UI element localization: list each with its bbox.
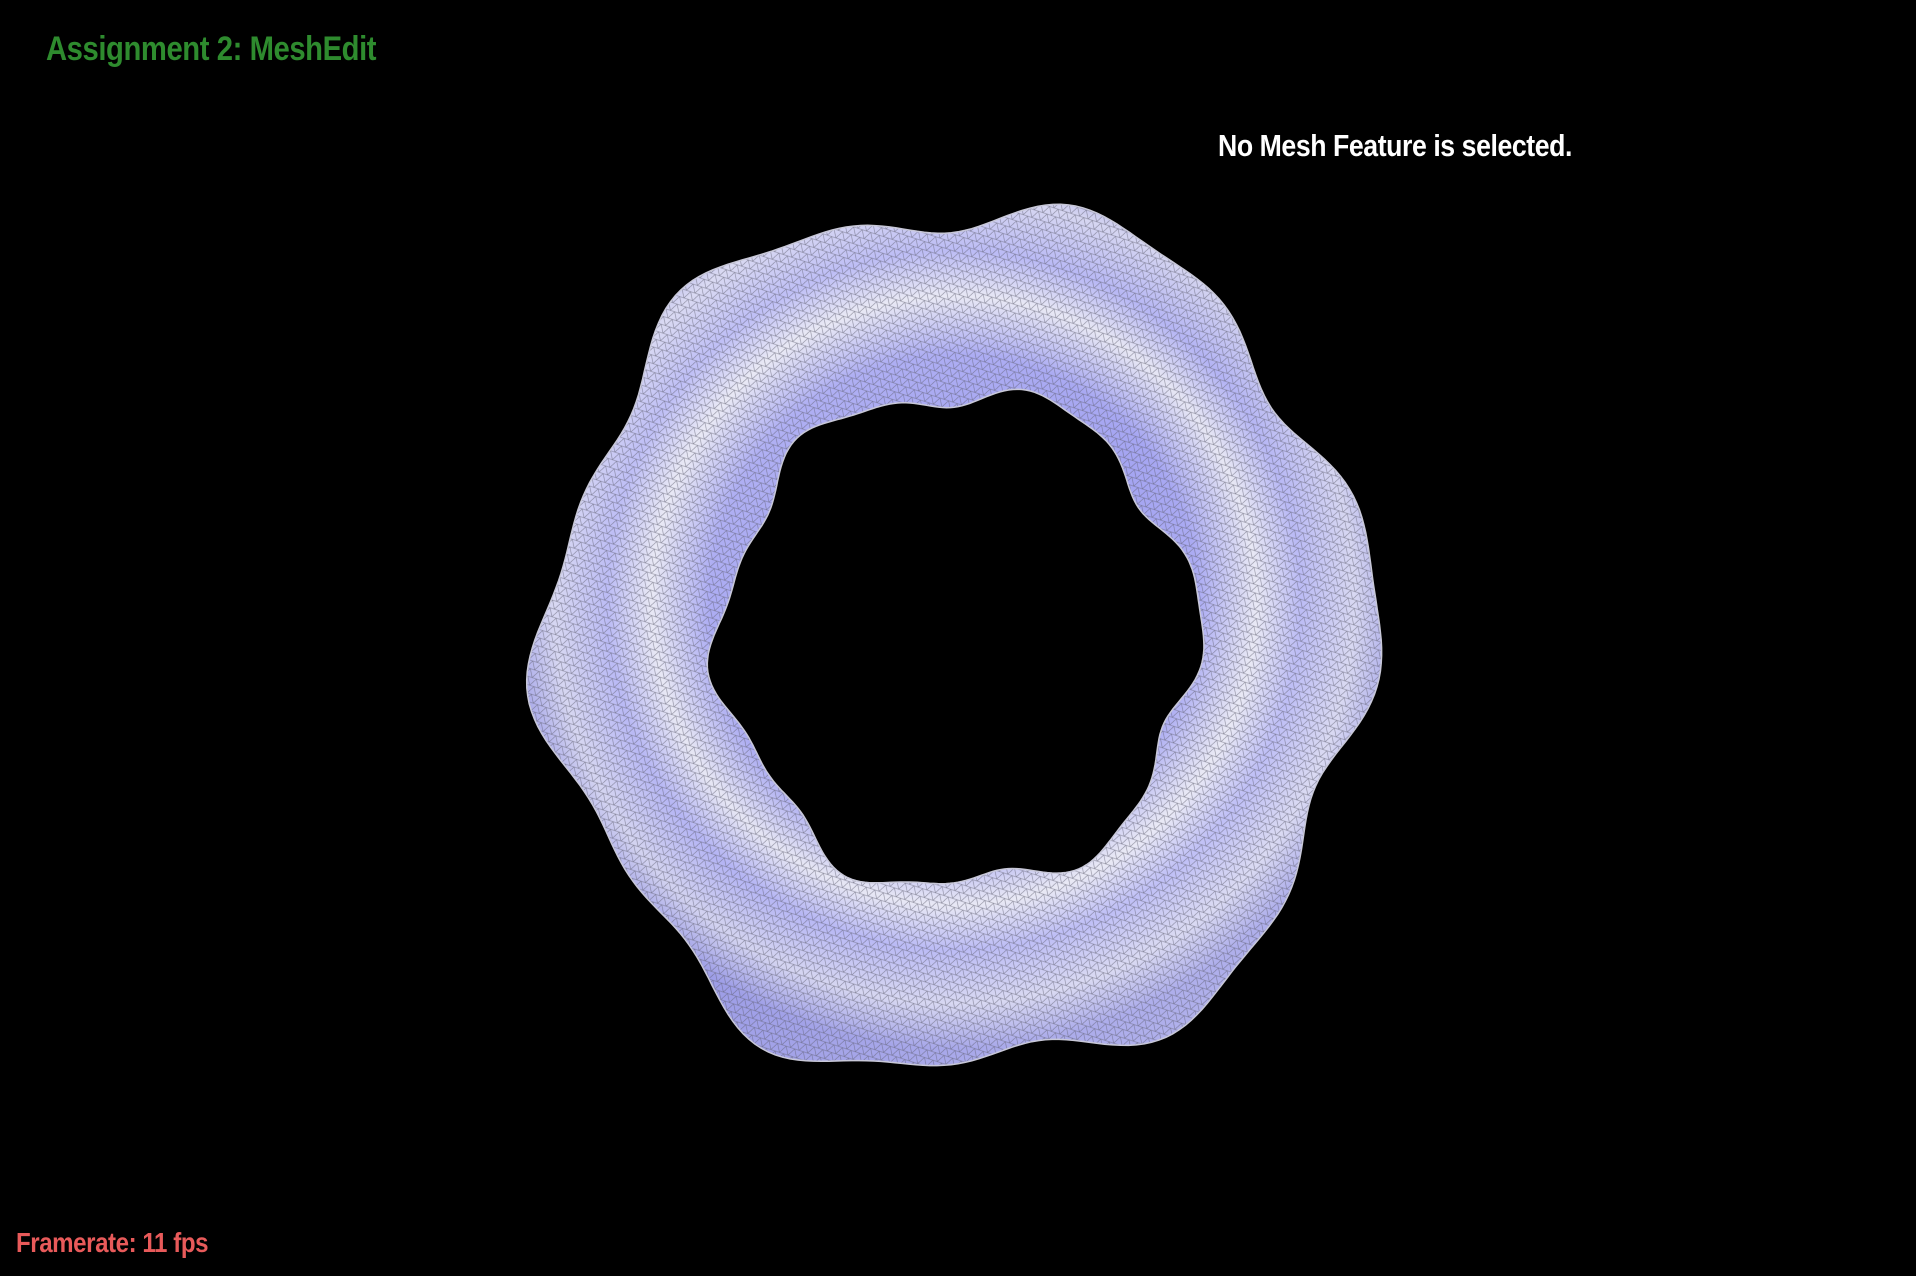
selection-status-text: No Mesh Feature is selected. — [1218, 128, 1572, 163]
app-title: Assignment 2: MeshEdit — [46, 30, 377, 68]
mesh-view[interactable] — [0, 0, 1916, 1276]
viewport-3d[interactable]: Assignment 2: MeshEdit No Mesh Feature i… — [0, 0, 1916, 1276]
framerate-readout: Framerate: 11 fps — [16, 1227, 209, 1258]
torus-mesh[interactable] — [520, 190, 1400, 1090]
